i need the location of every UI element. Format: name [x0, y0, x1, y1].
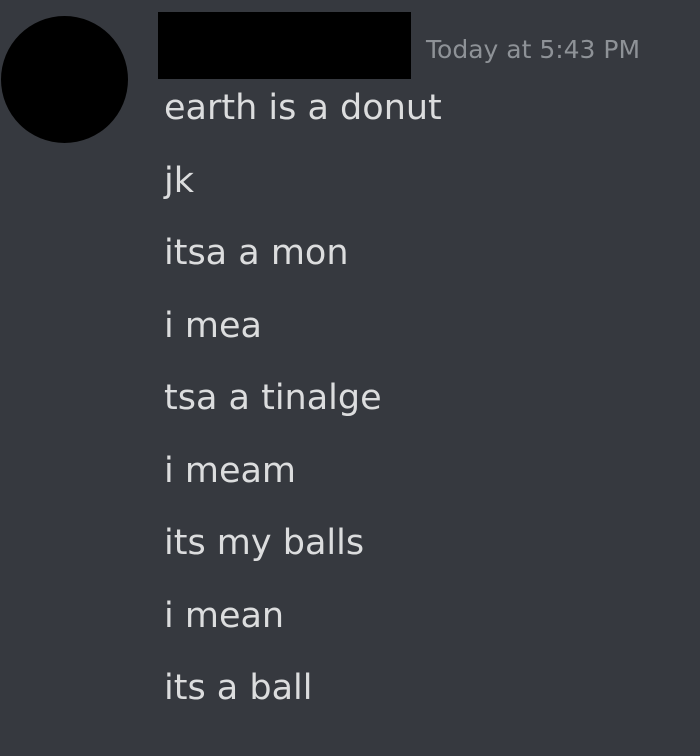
message-group: Today at 5:43 PM earth is a donut jk its… — [0, 0, 700, 756]
message-line: i meam — [164, 450, 297, 491]
message-line: i mea — [164, 305, 262, 346]
message-line: i mean — [164, 595, 285, 636]
message-line: itsa a mon — [164, 233, 349, 273]
username-redacted[interactable] — [158, 12, 411, 79]
message-line: its a ball — [164, 668, 313, 708]
timestamp: Today at 5:43 PM — [426, 35, 641, 64]
avatar[interactable] — [1, 16, 128, 143]
message-line: earth is a donut — [164, 88, 442, 128]
message-line: tsa a tinalge — [164, 378, 382, 418]
message-list: earth is a donut jk itsa a mon i mea tsa… — [164, 85, 442, 738]
message-line: jk — [164, 160, 194, 201]
message-line: its my balls — [164, 523, 365, 563]
